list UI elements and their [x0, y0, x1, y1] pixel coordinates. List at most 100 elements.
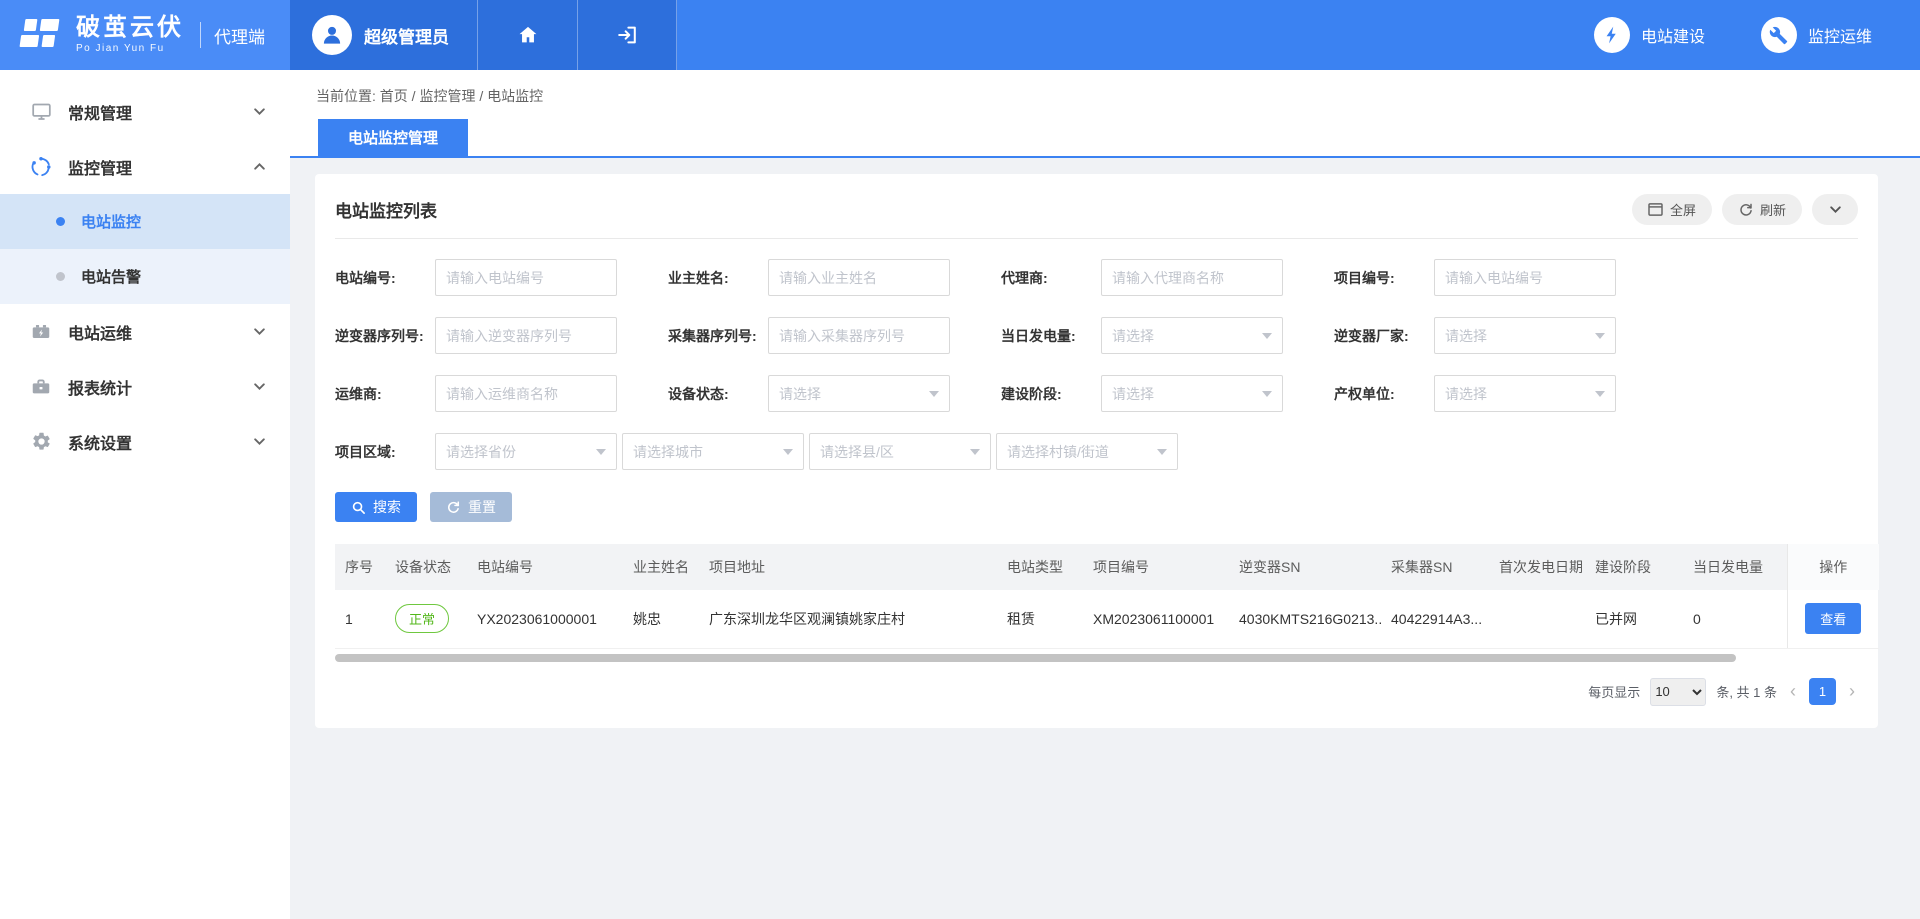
filter-select-1-2[interactable]: 请选择	[1101, 317, 1283, 354]
header-spacer	[677, 0, 1594, 70]
reset-button[interactable]: 重置	[430, 492, 512, 522]
filter-input-0-3[interactable]	[1434, 259, 1616, 296]
filter-input-1-1[interactable]	[768, 317, 950, 354]
filter-input-1-0[interactable]	[435, 317, 617, 354]
tab-station-monitoring[interactable]: 电站监控管理	[318, 119, 468, 156]
gear-icon	[30, 431, 52, 453]
filter-label: 项目区域:	[335, 442, 435, 462]
column-header: 操作	[1787, 544, 1879, 590]
filter-form: 电站编号:业主姓名:代理商:项目编号:逆变器序列号:采集器序列号:当日发电量:请…	[335, 239, 1858, 470]
filter-select-2-1[interactable]: 请选择	[768, 375, 950, 412]
sidebar-subitem-1-0[interactable]: 电站监控	[0, 194, 290, 249]
sidebar-item-1[interactable]: 监控管理	[0, 139, 290, 194]
column-header: 电站类型	[997, 544, 1083, 590]
refresh-icon	[1738, 202, 1753, 217]
fullscreen-button[interactable]: 全屏	[1632, 194, 1712, 225]
app-title: 破茧云伏	[76, 16, 184, 40]
sidebar-menu: 常规管理监控管理电站监控电站告警电站运维报表统计系统设置	[0, 70, 290, 919]
sidebar-subitem-1-1[interactable]: 电站告警	[0, 249, 290, 304]
table-header-row: 序号设备状态电站编号业主姓名项目地址电站类型项目编号逆变器SN采集器SN首次发电…	[335, 544, 1879, 590]
total-label: 条, 共 1 条	[1716, 682, 1777, 701]
filter-actions: 搜索 重置	[335, 492, 1858, 522]
filter-label: 项目编号:	[1334, 268, 1434, 288]
search-icon	[351, 500, 366, 515]
scrollbar-thumb[interactable]	[335, 654, 1736, 662]
caret-down-icon	[1262, 333, 1272, 344]
sidebar-item-label: 监控管理	[68, 155, 253, 179]
filter-label: 电站编号:	[335, 268, 435, 288]
bullet-icon	[56, 272, 65, 281]
table-cell: 姚忠	[623, 590, 699, 648]
column-header: 逆变器SN	[1229, 544, 1381, 590]
region-select-0[interactable]: 请选择省份	[435, 433, 617, 470]
filter-field-1-2: 当日发电量:请选择	[1001, 317, 1334, 354]
chevron-up-icon	[253, 160, 266, 173]
station-monitor-card: 电站监控列表 全屏 刷新	[315, 174, 1878, 728]
caret-down-icon	[1595, 391, 1605, 402]
filter-select-2-3[interactable]: 请选择	[1434, 375, 1616, 412]
chevron-down-icon	[253, 325, 266, 338]
sidebar-item-0[interactable]: 常规管理	[0, 84, 290, 139]
home-button[interactable]	[477, 0, 577, 70]
refresh-button[interactable]: 刷新	[1722, 194, 1802, 225]
chevron-down-icon	[253, 105, 266, 118]
filter-label: 运维商:	[335, 384, 435, 404]
sidebar-item-2[interactable]: 电站运维	[0, 304, 290, 359]
chevron-down-icon	[253, 435, 266, 448]
sidebar-subitem-label: 电站告警	[81, 266, 141, 287]
column-header: 项目编号	[1083, 544, 1229, 590]
status-badge: 正常	[395, 604, 449, 633]
table-cell: 广东深圳龙华区观澜镇姚家庄村	[699, 590, 997, 648]
wrench-icon	[1761, 17, 1797, 53]
panel-actions: 全屏 刷新	[1632, 194, 1858, 225]
sidebar-item-label: 常规管理	[68, 100, 253, 124]
actions-cell: 查看	[1787, 590, 1879, 648]
per-page-select[interactable]: 10	[1650, 678, 1706, 706]
filter-field-1-3: 逆变器厂家:请选择	[1334, 317, 1667, 354]
reset-icon	[446, 500, 461, 515]
collapse-panel-button[interactable]	[1812, 194, 1858, 225]
filter-input-2-0[interactable]	[435, 375, 617, 412]
filter-row-0: 电站编号: 业主姓名: 代理商: 项目编号:	[335, 259, 1858, 296]
user-menu[interactable]: 超级管理员	[290, 0, 477, 70]
logout-button[interactable]	[577, 0, 677, 70]
view-button[interactable]: 查看	[1805, 603, 1861, 634]
filter-input-0-2[interactable]	[1101, 259, 1283, 296]
filter-field-0-0: 电站编号:	[335, 259, 668, 296]
caret-down-icon	[1157, 449, 1167, 460]
column-header: 业主姓名	[623, 544, 699, 590]
region-select-2[interactable]: 请选择县/区	[809, 433, 991, 470]
next-page-button[interactable]: ›	[1846, 681, 1858, 702]
filter-input-0-1[interactable]	[768, 259, 950, 296]
filter-label: 代理商:	[1001, 268, 1101, 288]
column-header: 序号	[335, 544, 385, 590]
filter-label: 业主姓名:	[668, 268, 768, 288]
filter-field-2-2: 建设阶段:请选择	[1001, 375, 1334, 412]
header-quick-links: 电站建设 监控运维	[1594, 0, 1920, 70]
column-header: 设备状态	[385, 544, 467, 590]
lightning-icon	[1594, 17, 1630, 53]
page-1-button[interactable]: 1	[1809, 678, 1836, 705]
search-button[interactable]: 搜索	[335, 492, 417, 522]
caret-down-icon	[929, 391, 939, 402]
filter-input-0-0[interactable]	[435, 259, 617, 296]
filter-field-2-1: 设备状态:请选择	[668, 375, 1001, 412]
region-select-3[interactable]: 请选择村镇/街道	[996, 433, 1178, 470]
sidebar-item-4[interactable]: 系统设置	[0, 414, 290, 469]
logo-icon	[18, 15, 64, 55]
nav-station-construction[interactable]: 电站建设	[1594, 17, 1705, 53]
table-cell: 租赁	[997, 590, 1083, 648]
filter-select-1-3[interactable]: 请选择	[1434, 317, 1616, 354]
breadcrumb-path: 首页 / 监控管理 / 电站监控	[380, 88, 543, 104]
sidebar-subitem-label: 电站监控	[81, 211, 141, 232]
network-icon	[30, 156, 52, 178]
caret-down-icon	[783, 449, 793, 460]
horizontal-scrollbar	[335, 654, 1858, 662]
table-cell: YX2023061000001	[467, 590, 623, 648]
sidebar-item-3[interactable]: 报表统计	[0, 359, 290, 414]
caret-down-icon	[1262, 391, 1272, 402]
nav-monitoring-ops[interactable]: 监控运维	[1761, 17, 1872, 53]
region-select-1[interactable]: 请选择城市	[622, 433, 804, 470]
prev-page-button[interactable]: ‹	[1787, 681, 1799, 702]
filter-select-2-2[interactable]: 请选择	[1101, 375, 1283, 412]
